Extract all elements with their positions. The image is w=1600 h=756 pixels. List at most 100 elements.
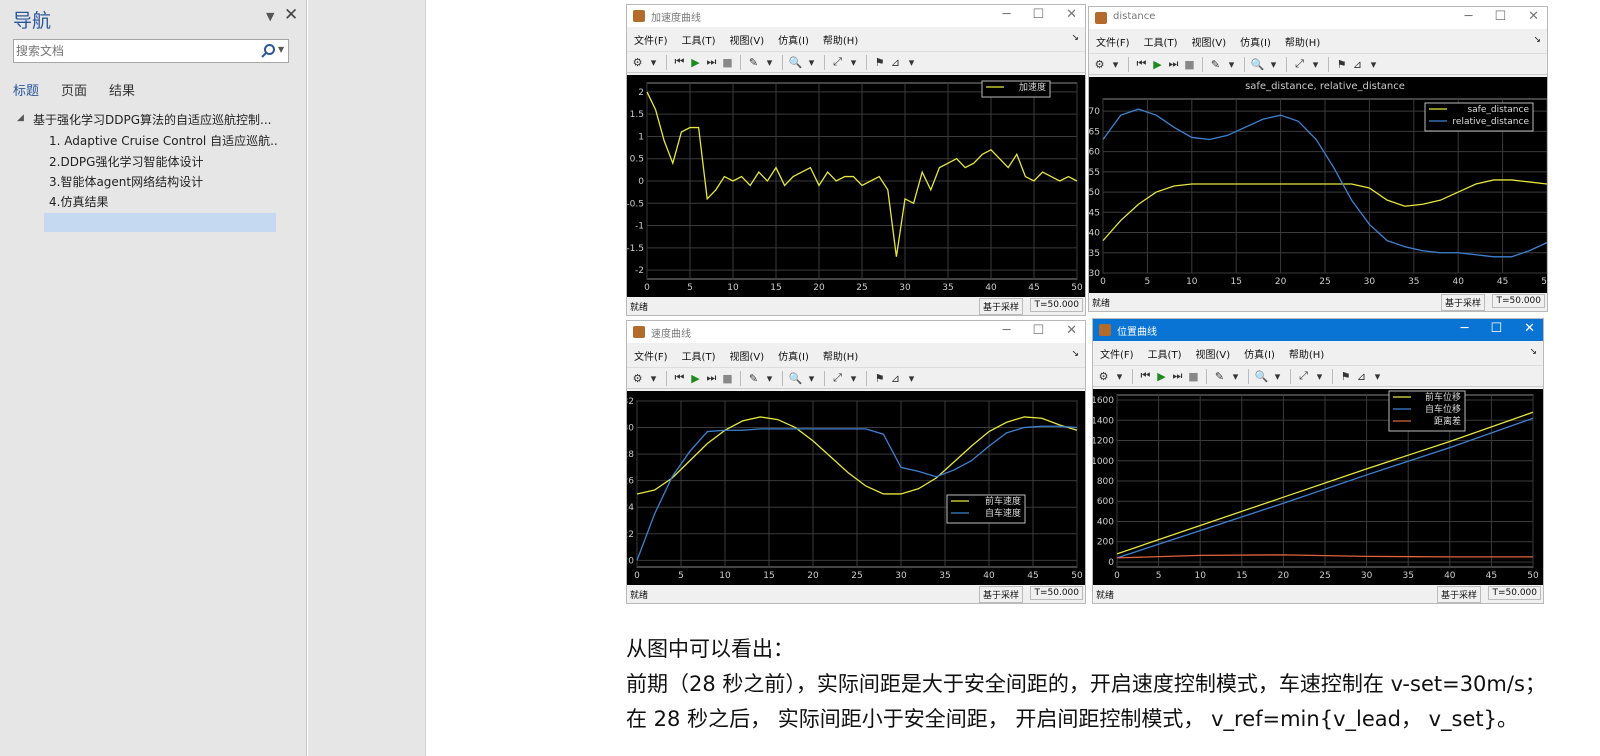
zoom-icon[interactable]: 🔍 (1255, 370, 1269, 383)
search-input[interactable] (16, 42, 246, 60)
step-back-icon[interactable]: ⏮ (673, 371, 686, 385)
dropdown-icon[interactable]: ▾ (1109, 58, 1122, 71)
run-icon[interactable]: ▶ (1155, 370, 1168, 383)
menu-tools[interactable]: 工具(T) (682, 348, 716, 363)
measure-icon[interactable]: ⊿ (1355, 370, 1368, 383)
scale-axes-icon[interactable]: ⤢ (1293, 57, 1306, 71)
step-back-icon[interactable]: ⏮ (673, 55, 686, 69)
settings-icon[interactable]: ⚙ (631, 56, 644, 69)
menu-help[interactable]: 帮助(H) (823, 348, 858, 363)
scale-axes-icon[interactable]: ⤢ (831, 371, 844, 385)
dropdown-icon[interactable]: ▾ (1225, 58, 1238, 71)
scope-window-distance[interactable]: distance ─ ☐ ✕ 文件(F) 工具(T) 视图(V) 仿真(I) 帮助(… (1088, 6, 1548, 312)
window-titlebar[interactable]: 加速度曲线 ─ ☐ ✕ (627, 5, 1085, 27)
dropdown-icon[interactable]: ▾ (1113, 370, 1126, 383)
menu-view[interactable]: 视图(V) (729, 348, 764, 363)
highlight-icon[interactable]: ✎ (1213, 370, 1226, 383)
close-icon[interactable]: ✕ (1528, 9, 1539, 24)
maximize-icon[interactable]: ☐ (1494, 9, 1506, 24)
pin-icon[interactable]: ↘ (1071, 349, 1079, 359)
close-icon[interactable]: ✕ (1066, 323, 1077, 338)
settings-icon[interactable]: ⚙ (1093, 58, 1106, 71)
highlight-icon[interactable]: ✎ (1209, 58, 1222, 71)
menu-file[interactable]: 文件(F) (634, 348, 668, 363)
stop-icon[interactable]: ■ (721, 56, 734, 69)
zoom-icon[interactable]: 🔍 (789, 372, 803, 385)
menu-help[interactable]: 帮助(H) (823, 32, 858, 47)
menu-view[interactable]: 视图(V) (1191, 34, 1226, 49)
menu-simulation[interactable]: 仿真(I) (778, 348, 809, 363)
step-back-icon[interactable]: ⏮ (1139, 369, 1152, 383)
scale-axes-icon[interactable]: ⤢ (1297, 369, 1310, 383)
minimize-icon[interactable]: ─ (1003, 7, 1011, 22)
stop-icon[interactable]: ■ (1183, 58, 1196, 71)
step-forward-icon[interactable]: ⏭ (705, 371, 718, 385)
trigger-icon[interactable]: ⚑ (1339, 370, 1352, 383)
dropdown-icon[interactable]: ▾ (805, 56, 818, 69)
nav-selected-item[interactable] (44, 213, 276, 232)
collapse-triangle-icon[interactable]: ◢ (17, 113, 24, 123)
close-icon[interactable]: ✕ (284, 5, 298, 25)
search-icon[interactable] (260, 43, 276, 59)
nav-heading-3[interactable]: 2.DDPG强化学习智能体设计 (49, 153, 277, 170)
dropdown-icon[interactable]: ▾ (905, 372, 918, 385)
tab-results[interactable]: 结果 (109, 80, 135, 99)
maximize-icon[interactable]: ☐ (1490, 321, 1502, 336)
measure-icon[interactable]: ⊿ (1351, 58, 1364, 71)
nav-heading-5[interactable]: 4.仿真结果 (49, 193, 277, 210)
nav-heading-4[interactable]: 3.智能体agent网络结构设计 (49, 173, 277, 190)
dropdown-icon[interactable]: ▾ (1309, 58, 1322, 71)
window-titlebar[interactable]: 位置曲线 ─ ☐ ✕ (1093, 319, 1543, 341)
measure-icon[interactable]: ⊿ (889, 56, 902, 69)
stop-icon[interactable]: ■ (1187, 370, 1200, 383)
zoom-icon[interactable]: 🔍 (789, 56, 803, 69)
dropdown-icon[interactable]: ▾ (847, 372, 860, 385)
search-box[interactable]: ▼ (13, 39, 289, 63)
close-icon[interactable]: ✕ (1066, 7, 1077, 22)
menu-simulation[interactable]: 仿真(I) (1244, 346, 1275, 361)
settings-icon[interactable]: ⚙ (1097, 370, 1110, 383)
pin-icon[interactable]: ↘ (1529, 347, 1537, 357)
menu-tools[interactable]: 工具(T) (1148, 346, 1182, 361)
window-titlebar[interactable]: 速度曲线 ─ ☐ ✕ (627, 321, 1085, 343)
close-icon[interactable]: ✕ (1524, 321, 1535, 336)
menu-tools[interactable]: 工具(T) (682, 32, 716, 47)
dropdown-icon[interactable]: ▾ (1367, 58, 1380, 71)
dropdown-icon[interactable]: ▾ (1229, 370, 1242, 383)
menu-view[interactable]: 视图(V) (1195, 346, 1230, 361)
scale-axes-icon[interactable]: ⤢ (831, 55, 844, 69)
dropdown-icon[interactable]: ▾ (1313, 370, 1326, 383)
run-icon[interactable]: ▶ (689, 372, 702, 385)
highlight-icon[interactable]: ✎ (747, 56, 760, 69)
dropdown-icon[interactable]: ▾ (1371, 370, 1384, 383)
scope-window-speed[interactable]: 速度曲线 ─ ☐ ✕ 文件(F) 工具(T) 视图(V) 仿真(I) 帮助(H) ↘… (626, 320, 1086, 604)
settings-icon[interactable]: ⚙ (631, 372, 644, 385)
dropdown-icon[interactable]: ▾ (1267, 58, 1280, 71)
nav-heading-2[interactable]: 1. Adaptive Cruise Control 自适应巡航... (49, 132, 277, 149)
dropdown-icon[interactable]: ▾ (763, 372, 776, 385)
step-forward-icon[interactable]: ⏭ (705, 55, 718, 69)
dropdown-icon[interactable]: ▾ (647, 56, 660, 69)
nav-heading-1[interactable]: 基于强化学习DDPG算法的自适应巡航控制... (33, 111, 273, 128)
dropdown-icon[interactable]: ▾ (905, 56, 918, 69)
step-forward-icon[interactable]: ⏭ (1171, 369, 1184, 383)
menu-view[interactable]: 视图(V) (729, 32, 764, 47)
menu-tools[interactable]: 工具(T) (1144, 34, 1178, 49)
menu-file[interactable]: 文件(F) (634, 32, 668, 47)
dropdown-icon[interactable]: ▾ (763, 56, 776, 69)
dropdown-icon[interactable]: ▾ (1271, 370, 1284, 383)
minimize-icon[interactable]: ─ (1465, 9, 1473, 24)
zoom-icon[interactable]: 🔍 (1251, 58, 1265, 71)
dropdown-icon[interactable]: ▾ (805, 372, 818, 385)
nav-options-icon[interactable]: ▼ (266, 10, 274, 23)
step-forward-icon[interactable]: ⏭ (1167, 57, 1180, 71)
scope-window-position[interactable]: 位置曲线 ─ ☐ ✕ 文件(F) 工具(T) 视图(V) 仿真(I) 帮助(H) ↘… (1092, 318, 1544, 604)
tab-pages[interactable]: 页面 (61, 80, 87, 99)
maximize-icon[interactable]: ☐ (1032, 323, 1044, 338)
dropdown-icon[interactable]: ▾ (647, 372, 660, 385)
maximize-icon[interactable]: ☐ (1032, 7, 1044, 22)
menu-file[interactable]: 文件(F) (1100, 346, 1134, 361)
scope-window-acceleration[interactable]: 加速度曲线 ─ ☐ ✕ 文件(F) 工具(T) 视图(V) 仿真(I) 帮助(H) … (626, 4, 1086, 316)
menu-help[interactable]: 帮助(H) (1289, 346, 1324, 361)
trigger-icon[interactable]: ⚑ (873, 372, 886, 385)
